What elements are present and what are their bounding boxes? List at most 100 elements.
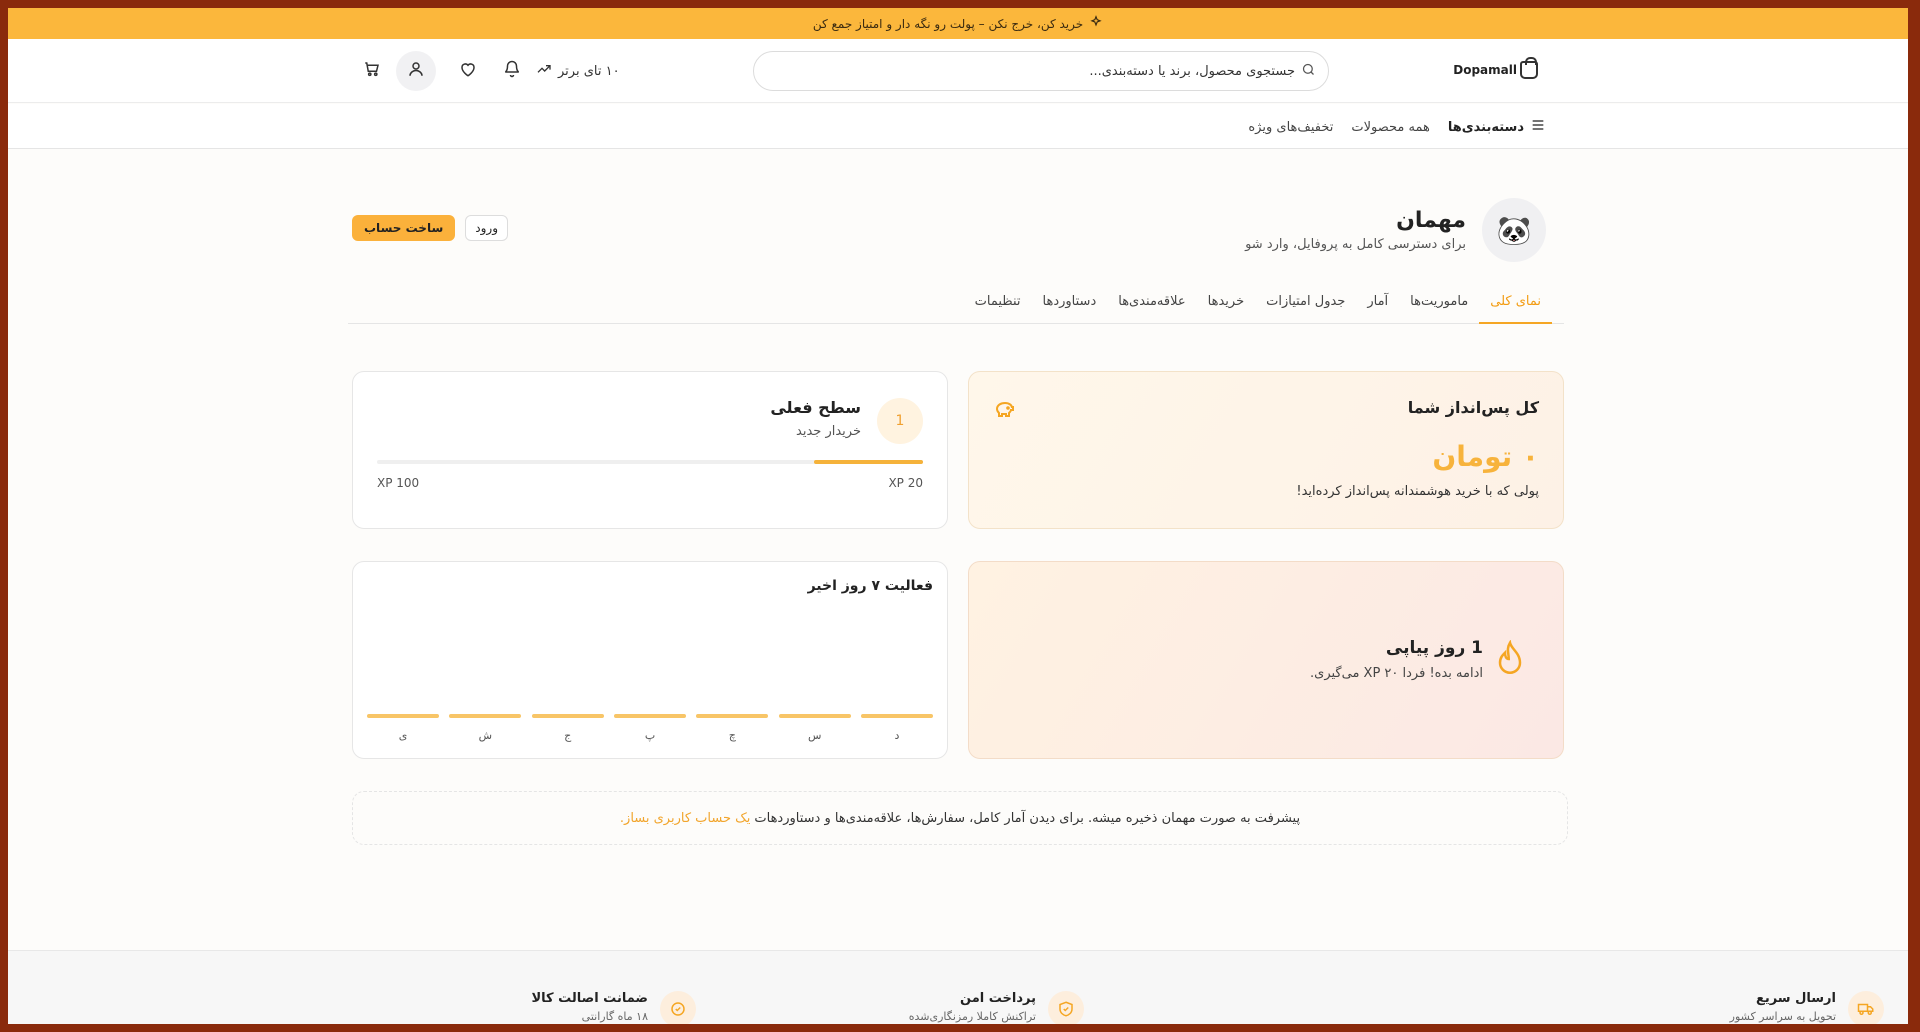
truck-icon — [1848, 991, 1884, 1024]
activity-day-label: ج — [564, 729, 572, 742]
notifications-button[interactable] — [492, 51, 532, 91]
tab-missions[interactable]: ماموریت‌ها — [1399, 289, 1479, 324]
savings-amount: ۰ تومان — [1432, 440, 1539, 473]
tab-achievements[interactable]: دستاوردها — [1032, 289, 1108, 324]
activity-day: ی — [367, 602, 439, 742]
logo-text: Dopamall — [1453, 63, 1517, 77]
shield-check-icon — [1048, 991, 1084, 1024]
flame-icon — [1495, 639, 1525, 682]
categories-menu[interactable]: دسته‌بندی‌ها — [1448, 117, 1546, 137]
piggy-bank-icon — [993, 398, 1017, 426]
search-input[interactable] — [754, 63, 1295, 79]
activity-card: فعالیت ۷ روز اخیر د س چ پ ج ش ی — [352, 561, 948, 759]
create-account-button[interactable]: ساخت حساب — [352, 215, 456, 241]
tab-settings[interactable]: تنظیمات — [964, 289, 1032, 324]
top10-link[interactable]: ۱۰ تای برتر — [536, 61, 620, 81]
tab-overview[interactable]: نمای کلی — [1479, 289, 1552, 324]
profile-name: مهمان — [1396, 208, 1466, 233]
feature-authenticity: ضمانت اصالت کالا ۱۸ ماه گارانتی — [531, 991, 696, 1024]
feature-subtitle: تحویل به سراسر کشور — [1729, 1010, 1836, 1023]
tab-stats[interactable]: آمار — [1356, 289, 1399, 324]
level-card: 1 سطح فعلی خریدار جدید XP 20 XP 100 — [352, 371, 948, 529]
activity-day-label: ش — [478, 729, 493, 742]
activity-day-label: س — [807, 729, 822, 742]
profile-button[interactable] — [396, 51, 436, 91]
menu-icon — [1530, 117, 1546, 137]
xp-progress-bar — [377, 460, 923, 464]
footer-features: ارسال سریع تحویل به سراسر کشور پرداخت ام… — [8, 950, 1908, 1024]
wishlist-button[interactable] — [448, 51, 488, 91]
streak-subtitle: ادامه بده! فردا XP ۲۰ می‌گیری. — [1310, 666, 1483, 681]
login-button[interactable]: ورود — [465, 215, 508, 241]
bell-icon — [503, 60, 521, 82]
promo-text: خرید کن، خرج نکن – پولت رو نگه دار و امت… — [812, 16, 1084, 31]
activity-title: فعالیت ۷ روز اخیر — [807, 578, 933, 594]
logo[interactable]: Dopamall — [1453, 57, 1538, 79]
activity-day-label: د — [894, 729, 900, 742]
savings-card: کل پس‌انداز شما ۰ تومان پولی که با خرید … — [968, 371, 1564, 529]
profile-subtitle: برای دسترسی کامل به پروفایل، وارد شو — [1245, 237, 1466, 252]
sparkle-icon — [1089, 15, 1103, 32]
savings-title: کل پس‌انداز شما — [1407, 398, 1539, 417]
feature-secure-payment: پرداخت امن تراکنش کاملا رمزنگاری‌شده — [909, 991, 1084, 1024]
activity-chart: دسچپجشی — [367, 602, 933, 742]
streak-card: 1 روز پیاپی ادامه بده! فردا XP ۲۰ می‌گیر… — [968, 561, 1564, 759]
activity-bar — [778, 714, 851, 718]
category-nav: دسته‌بندی‌ها همه محصولات تخفیف‌های ویژه — [8, 104, 1908, 149]
activity-day: ش — [449, 602, 522, 742]
badge-check-icon — [660, 991, 696, 1024]
activity-day: چ — [696, 602, 769, 742]
tab-purchases[interactable]: خریدها — [1197, 289, 1255, 324]
promo-banner: خرید کن، خرج نکن – پولت رو نگه دار و امت… — [8, 8, 1908, 39]
avatar: 🐼 — [1482, 198, 1546, 262]
xp-current: XP 20 — [888, 476, 923, 490]
search-icon[interactable] — [1301, 62, 1316, 81]
activity-day-label: چ — [728, 729, 736, 742]
feature-title: ضمانت اصالت کالا — [531, 991, 648, 1006]
tab-leaderboard[interactable]: جدول امتیازات — [1255, 289, 1356, 324]
trending-icon — [536, 61, 552, 81]
top10-label: ۱۰ تای برتر — [558, 63, 620, 79]
savings-note: پولی که با خرید هوشمندانه پس‌انداز کرده‌… — [1296, 484, 1539, 499]
profile-header: 🐼 مهمان برای دسترسی کامل به پروفایل، وار… — [1245, 198, 1546, 262]
auth-buttons: ساخت حساب ورود — [352, 215, 508, 241]
activity-day: ج — [531, 602, 604, 742]
cart-button[interactable] — [352, 51, 392, 91]
heart-icon — [459, 60, 477, 82]
xp-max: XP 100 — [377, 476, 420, 490]
level-title: سطح فعلی — [770, 398, 861, 417]
activity-bar — [696, 714, 769, 718]
search-box — [753, 51, 1329, 91]
nav-all-products[interactable]: همه محصولات — [1351, 120, 1429, 135]
activity-day: د — [861, 602, 933, 742]
tab-wishlist[interactable]: علاقه‌مندی‌ها — [1107, 289, 1196, 324]
user-icon — [407, 60, 425, 82]
feature-title: ارسال سریع — [1755, 991, 1836, 1006]
streak-title: 1 روز پیاپی — [1385, 638, 1483, 658]
shopping-bag-icon — [1520, 57, 1538, 79]
activity-bar — [449, 714, 522, 718]
header: Dopamall ۱۰ تای برتر — [8, 39, 1908, 103]
profile-tabs: نمای کلی ماموریت‌ها آمار جدول امتیازات خ… — [348, 289, 1564, 324]
activity-bar — [531, 714, 604, 718]
level-subtitle: خریدار جدید — [796, 424, 861, 439]
notice-text: پیشرفت به صورت مهمان ذخیره میشه. برای دی… — [754, 810, 1301, 826]
activity-day-label: ی — [398, 729, 408, 742]
activity-bar — [367, 714, 439, 718]
categories-label: دسته‌بندی‌ها — [1447, 119, 1524, 135]
feature-title: پرداخت امن — [960, 991, 1036, 1006]
level-badge: 1 — [877, 398, 923, 444]
guest-notice: پیشرفت به صورت مهمان ذخیره میشه. برای دی… — [352, 791, 1568, 845]
xp-progress-fill — [813, 460, 923, 464]
activity-day: پ — [614, 602, 686, 742]
feature-subtitle: ۱۸ ماه گارانتی — [581, 1010, 648, 1023]
activity-day-label: پ — [644, 729, 656, 742]
create-account-link[interactable]: یک حساب کاربری بساز. — [620, 811, 750, 826]
activity-bar — [614, 714, 686, 718]
feature-subtitle: تراکنش کاملا رمزنگاری‌شده — [908, 1010, 1036, 1023]
app-frame: خرید کن، خرج نکن – پولت رو نگه دار و امت… — [8, 8, 1908, 1024]
nav-special-offers[interactable]: تخفیف‌های ویژه — [1248, 120, 1333, 135]
feature-fast-shipping: ارسال سریع تحویل به سراسر کشور — [1730, 991, 1884, 1024]
panda-icon: 🐼 — [1496, 213, 1532, 247]
activity-bar — [861, 714, 933, 718]
